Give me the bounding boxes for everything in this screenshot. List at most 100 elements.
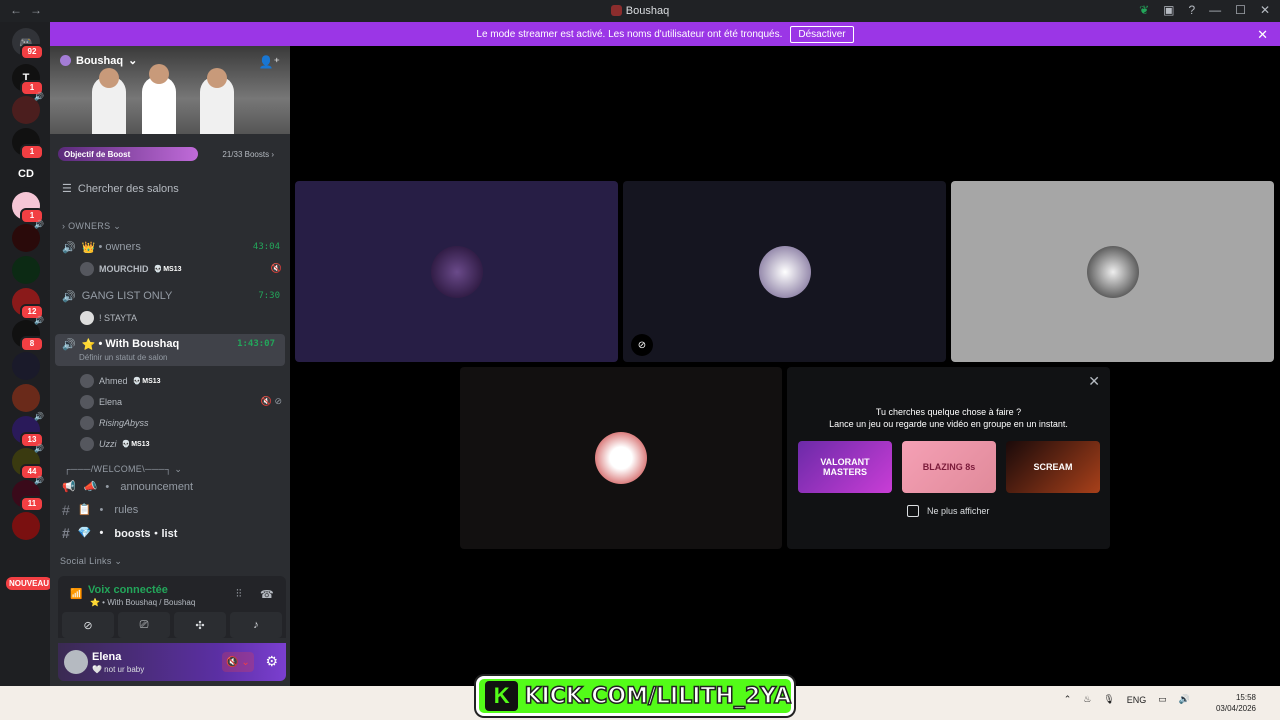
close-window-button[interactable]: ✕ [1260, 3, 1270, 17]
server-banner[interactable]: Boushaq ⌄ 👤⁺ [50, 46, 290, 134]
category-social[interactable]: Social Links ⌄ [60, 556, 290, 567]
steam-icon[interactable]: ♨ [1083, 694, 1091, 705]
server-icon-11[interactable] [12, 352, 40, 380]
category-owners[interactable]: › OWNERS ⌄ [62, 221, 290, 232]
invite-icon[interactable]: 👤⁺ [259, 55, 280, 69]
user-panel: Elena 🤍 not ur baby 🔇 ⌄ ⚙ [58, 643, 286, 681]
avatar [80, 261, 94, 276]
deafened-icon: 🔇 [270, 263, 282, 273]
channel-rules[interactable]: # 📋 • rules [50, 498, 290, 521]
channel-sidebar: Boushaq ⌄ 👤⁺ Objectif de Boost 21/33 Boos… [50, 46, 290, 686]
system-tray: ⌃ ♨ 🎙 ENG ▭ 🔊 [1064, 694, 1190, 705]
server-icon-10[interactable]: 🔊 8 [12, 316, 44, 352]
username[interactable]: Elena [92, 651, 121, 663]
boost-goal[interactable]: Objectif de Boost 21/33 Boosts › [58, 146, 282, 162]
avatar [595, 432, 647, 484]
server-icon-12[interactable] [12, 384, 40, 412]
voice-stage: ⊘ [290, 46, 1280, 686]
camera-off-icon[interactable]: ⊘ [62, 612, 114, 638]
boost-count: 21/33 Boosts [222, 149, 270, 159]
call-timer: 43:04 [252, 242, 280, 252]
microphone-icon[interactable]: 🎙 [1103, 694, 1114, 705]
close-icon[interactable]: ✕ [1088, 373, 1100, 390]
server-icon-14[interactable]: 🔊 44 [12, 444, 44, 480]
server-tag-icon [60, 55, 71, 66]
speaker-icon: 🔊 [34, 92, 44, 101]
banner-head [99, 68, 119, 88]
activities-icon[interactable]: ✣ [174, 612, 226, 638]
voice-channel-owners[interactable]: 🔊 👑 • owners 43:04 [50, 236, 290, 258]
avatar [80, 373, 94, 388]
mute-toggle[interactable]: 🔇 ⌄ [222, 652, 254, 672]
speaker-icon: 🔊 [34, 220, 44, 229]
avatar [758, 245, 811, 298]
mute-deafen-icon: 🔇 ⊘ [260, 396, 282, 406]
voice-location[interactable]: ⭐ • With Boushaq / Boushaq [90, 598, 195, 607]
noise-suppression-icon[interactable]: ⫶⫶ [236, 588, 242, 601]
volume-icon[interactable]: 🔊 [1179, 694, 1190, 705]
server-name-dropdown[interactable]: Boushaq ⌄ [60, 54, 137, 67]
avatar [80, 310, 94, 325]
server-icon-3[interactable]: 1 [12, 128, 44, 160]
game-card-blazing[interactable]: BLAZING 8s [902, 441, 996, 493]
disable-streamer-button[interactable]: Désactiver [790, 25, 854, 43]
channel-status[interactable]: Définir un statut de salon [79, 353, 168, 362]
dont-show-checkbox[interactable]: Ne plus afficher [907, 505, 989, 517]
category-welcome[interactable]: ┌───/WELCOME\───┐ ⌄ [64, 464, 290, 475]
search-channels[interactable]: ☰ Chercher des salons [62, 182, 278, 196]
voice-user[interactable]: MOURCHIDMS13🔇 [50, 258, 290, 279]
server-icon-15[interactable]: 🔊 11 [12, 476, 44, 512]
nitro-icon[interactable]: ❦ [1139, 3, 1149, 17]
maximize-button[interactable]: ☐ [1235, 3, 1246, 17]
banner-head [207, 68, 227, 88]
inbox-icon[interactable]: ▣ [1163, 3, 1174, 17]
minimize-button[interactable]: — [1209, 3, 1221, 17]
voice-user[interactable]: RisingAbyss [50, 412, 290, 433]
speaker-icon: 🔊 [34, 412, 44, 421]
server-icon-6[interactable]: 1 [12, 192, 44, 224]
activity-title: Tu cherches quelque chose à faire ? [875, 407, 1022, 417]
banner-close-icon[interactable]: ✕ [1257, 27, 1268, 43]
clock[interactable]: 15:58 03/04/2026 [1216, 692, 1256, 714]
gear-icon[interactable]: ⚙ [265, 653, 278, 670]
signal-icon[interactable]: 📶 [70, 589, 82, 600]
participant-tile[interactable] [295, 181, 618, 362]
server-icon-2[interactable]: 🔊 [12, 92, 44, 124]
language-indicator[interactable]: ENG [1127, 695, 1147, 705]
voice-user[interactable]: UzziMS13 [50, 433, 290, 454]
game-card-valorant[interactable]: VALORANT MASTERS [798, 441, 892, 493]
voice-user[interactable]: AhmedMS13 [50, 370, 290, 391]
server-icon-cd[interactable]: CD [12, 160, 40, 188]
network-icon[interactable]: ▭ [1158, 694, 1167, 705]
speaker-icon: 🔊 [34, 476, 44, 485]
voice-action-buttons: ⊘ ⎚ ✣ ♪ [58, 612, 286, 638]
disconnect-icon[interactable]: ☎ [260, 588, 274, 601]
game-card-scream[interactable]: SCREAM [1006, 441, 1100, 493]
avatar [80, 394, 94, 409]
chevron-up-icon[interactable]: ⌃ [1064, 694, 1072, 705]
voice-user[interactable]: Elena 🔇 ⊘ [50, 391, 290, 412]
home-button[interactable]: 🎮 92 [12, 28, 44, 60]
voice-user[interactable]: ! STAYTA [50, 307, 290, 328]
channel-boosts-list[interactable]: # 💎 • boosts・list [50, 521, 290, 544]
participant-tile[interactable] [951, 181, 1274, 362]
server-icon-13[interactable]: 🔊 13 [12, 412, 44, 448]
server-icon-16[interactable] [12, 512, 40, 540]
server-icon-8[interactable] [12, 256, 40, 284]
voice-channel-gang[interactable]: 🔊 GANG LIST ONLY 7:30 [50, 285, 290, 307]
checkbox[interactable] [907, 505, 919, 517]
avatar [430, 245, 483, 298]
help-icon[interactable]: ? [1188, 3, 1195, 17]
channel-announcement[interactable]: 📢 📣 • announcement [50, 475, 290, 498]
server-icon-t[interactable]: T1 [12, 64, 44, 96]
voice-channel-with-boushaq[interactable]: 🔊 ⭐ • With Boushaq 1:43:07 Définir un statu… [55, 334, 285, 366]
avatar[interactable] [64, 650, 88, 674]
voice-connected-label[interactable]: Voix connectée [88, 584, 168, 596]
soundboard-icon[interactable]: ♪ [230, 612, 282, 638]
banner-head [149, 64, 169, 84]
participant-tile[interactable]: ⊘ [623, 181, 946, 362]
participant-tile[interactable] [460, 367, 782, 549]
screen-share-icon[interactable]: ⎚ [118, 612, 170, 638]
server-icon-7[interactable]: 🔊 [12, 220, 44, 252]
server-icon-9[interactable]: 12 [12, 288, 44, 320]
